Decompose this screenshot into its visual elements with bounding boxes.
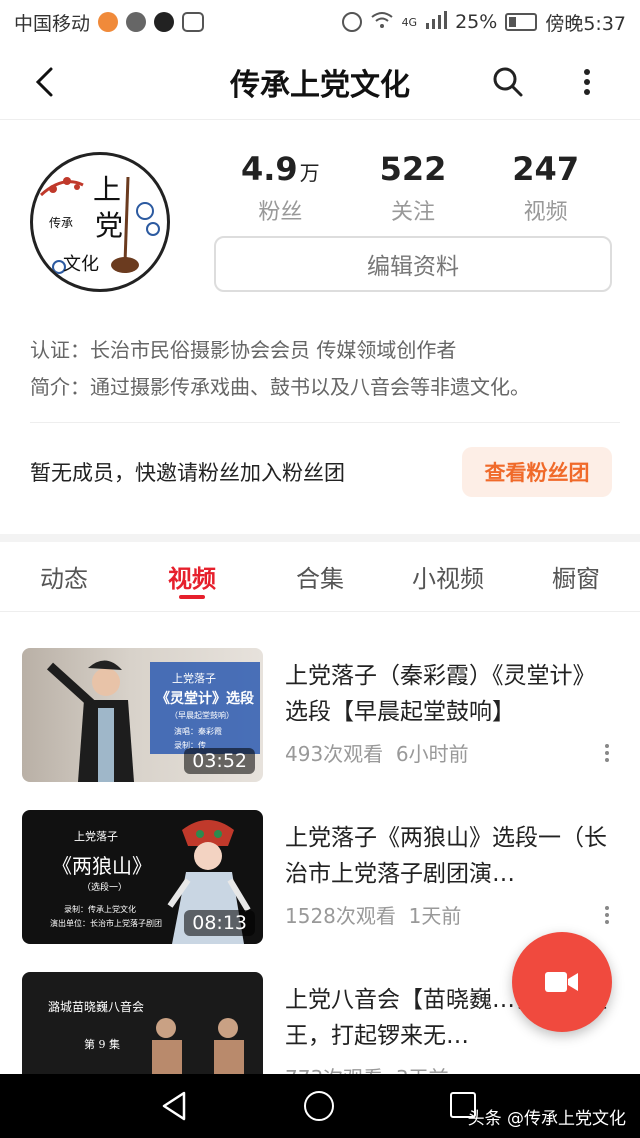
search-button[interactable]	[488, 62, 528, 102]
chat-notification-icon	[126, 12, 147, 32]
profile-info: 认证：长治市民俗摄影协会会员 传媒领域创作者 简介：通过摄影传承戏曲、鼓书以及八…	[30, 332, 620, 406]
video-thumbnail[interactable]: 上党落子 《灵堂计》选段 （早晨起堂鼓响） 演唱：秦彩霞 录制：传 03:52	[22, 648, 263, 782]
thumb-line: 上党落子	[74, 830, 118, 843]
carrier-label: 中国移动	[14, 12, 91, 35]
video-title[interactable]: 上党落子《两狼山》选段一（长治市上党落子剧团演…	[285, 820, 615, 892]
video-item[interactable]: 上党落子 《两狼山》 （选段一） 录制：传承上党文化 演出单位：长治市上党落子剧…	[0, 810, 640, 944]
clock: 傍晚5:37	[545, 12, 626, 35]
video-time: 3天前	[396, 1066, 449, 1074]
tab-posts[interactable]: 动态	[0, 542, 128, 611]
musicians-image	[152, 1018, 244, 1074]
video-thumbnail[interactable]: 上党落子 《两狼山》 （选段一） 录制：传承上党文化 演出单位：长治市上党落子剧…	[22, 810, 263, 944]
stat-followers[interactable]: 4.9 万 粉丝	[214, 150, 347, 226]
signal-icon	[425, 10, 448, 34]
network-type: 4G	[401, 15, 418, 29]
thumb-line: 潞城苗晓巍八音会	[48, 1000, 145, 1014]
nav-home-icon[interactable]	[304, 1091, 334, 1121]
thumb-line: 录制：传承上党文化	[64, 905, 136, 914]
stat-following[interactable]: 522 关注	[347, 150, 480, 226]
thumb-line: （早晨起堂鼓响）	[170, 711, 234, 720]
top-nav-bar: 传承上党文化	[0, 44, 640, 120]
tab-short-videos[interactable]: 小视频	[384, 542, 512, 611]
following-label: 关注	[391, 200, 436, 225]
video-duration: 08:13	[184, 910, 255, 936]
video-views: 1528次观看	[285, 904, 396, 928]
video-views: 773次观看	[285, 1066, 383, 1074]
thumb-line: 《灵堂计》选段	[156, 691, 254, 707]
more-options-button[interactable]	[572, 62, 602, 102]
thumb-line: 《两狼山》	[52, 854, 152, 878]
stat-videos[interactable]: 247 视频	[479, 150, 612, 226]
video-camera-icon	[545, 972, 578, 992]
svg-text:文化: 文化	[63, 254, 99, 275]
video-duration: 03:52	[184, 748, 255, 774]
profile-section: 上 党 文化 传承 4.9 万 粉丝 522 关注 247 视频 编辑资料 认证：…	[0, 120, 640, 534]
fan-group-text: 暂无成员，快邀请粉丝加入粉丝团	[30, 461, 345, 485]
svg-text:党: 党	[95, 209, 123, 242]
thumb-line: 上党落子	[172, 672, 216, 685]
video-views: 493次观看	[285, 742, 384, 766]
tiktok-notification-icon	[154, 12, 175, 32]
mail-notification-icon	[182, 12, 205, 32]
svg-text:传承: 传承	[49, 215, 73, 230]
video-title[interactable]: 上党落子（秦彩霞）《灵堂计》选段【早晨起堂鼓响】	[285, 658, 615, 730]
battery-percent: 25%	[455, 11, 498, 33]
nav-back-icon[interactable]	[160, 1090, 188, 1122]
back-button[interactable]	[24, 62, 64, 102]
intro-text: 简介：通过摄影传承戏曲、鼓书以及八音会等非遗文化。	[30, 375, 530, 399]
thumb-line: （选段一）	[82, 883, 128, 893]
thumb-line: 第 9 集	[84, 1038, 120, 1051]
avatar[interactable]: 上 党 文化 传承	[30, 152, 170, 292]
battery-icon	[505, 13, 538, 31]
avatar-logo-image: 上 党 文化 传承	[36, 158, 164, 286]
more-vertical-icon	[584, 69, 590, 95]
system-nav-bar: 头条 @传承上党文化	[0, 1074, 640, 1138]
edit-profile-button[interactable]: 编辑资料	[214, 236, 612, 292]
video-time: 1天前	[408, 904, 462, 928]
video-meta: 1528次观看 1天前	[285, 900, 461, 929]
followers-unit: 万	[299, 161, 320, 185]
certification-text: 认证：长治市民俗摄影协会会员 传媒领域创作者	[30, 338, 457, 362]
search-icon	[493, 67, 523, 97]
app-notification-icon	[98, 12, 119, 32]
profile-stats: 4.9 万 粉丝 522 关注 247 视频	[214, 150, 612, 226]
video-more-button[interactable]	[602, 744, 612, 768]
wifi-icon	[370, 11, 394, 34]
tab-collections[interactable]: 合集	[256, 542, 384, 611]
fan-group-row: 暂无成员，快邀请粉丝加入粉丝团 查看粉丝团	[30, 446, 612, 498]
following-count: 522	[379, 150, 447, 188]
videos-count: 247	[512, 150, 580, 188]
video-meta: 493次观看 6小时前	[285, 738, 469, 767]
videos-label: 视频	[523, 200, 568, 225]
alarm-icon	[341, 12, 362, 32]
video-meta: 773次观看 3天前	[285, 1062, 449, 1074]
content-tabs: 动态 视频 合集 小视频 橱窗	[0, 542, 640, 612]
record-video-button[interactable]	[512, 932, 612, 1032]
view-fan-group-button[interactable]: 查看粉丝团	[462, 447, 612, 497]
tab-showcase[interactable]: 橱窗	[512, 542, 640, 611]
followers-count: 4.9	[240, 150, 298, 188]
thumb-line: 演唱：秦彩霞	[174, 727, 222, 736]
divider	[30, 422, 620, 423]
thumb-line: 演出单位：长治市上党落子剧团	[50, 919, 162, 928]
video-thumbnail[interactable]: 潞城苗晓巍八音会 第 9 集	[22, 972, 263, 1074]
chevron-left-icon	[35, 67, 53, 97]
section-gap	[0, 534, 640, 542]
page-title: 传承上党文化	[230, 67, 410, 103]
tab-videos[interactable]: 视频	[128, 542, 256, 611]
svg-text:上: 上	[93, 173, 121, 206]
video-time: 6小时前	[395, 742, 469, 766]
status-bar: 中国移动 4G 25% 傍晚5:37	[0, 0, 640, 44]
watermark: 头条 @传承上党文化	[467, 1109, 626, 1129]
video-more-button[interactable]	[602, 906, 612, 930]
video-item[interactable]: 上党落子 《灵堂计》选段 （早晨起堂鼓响） 演唱：秦彩霞 录制：传 03:52 …	[0, 648, 640, 782]
followers-label: 粉丝	[258, 200, 303, 225]
